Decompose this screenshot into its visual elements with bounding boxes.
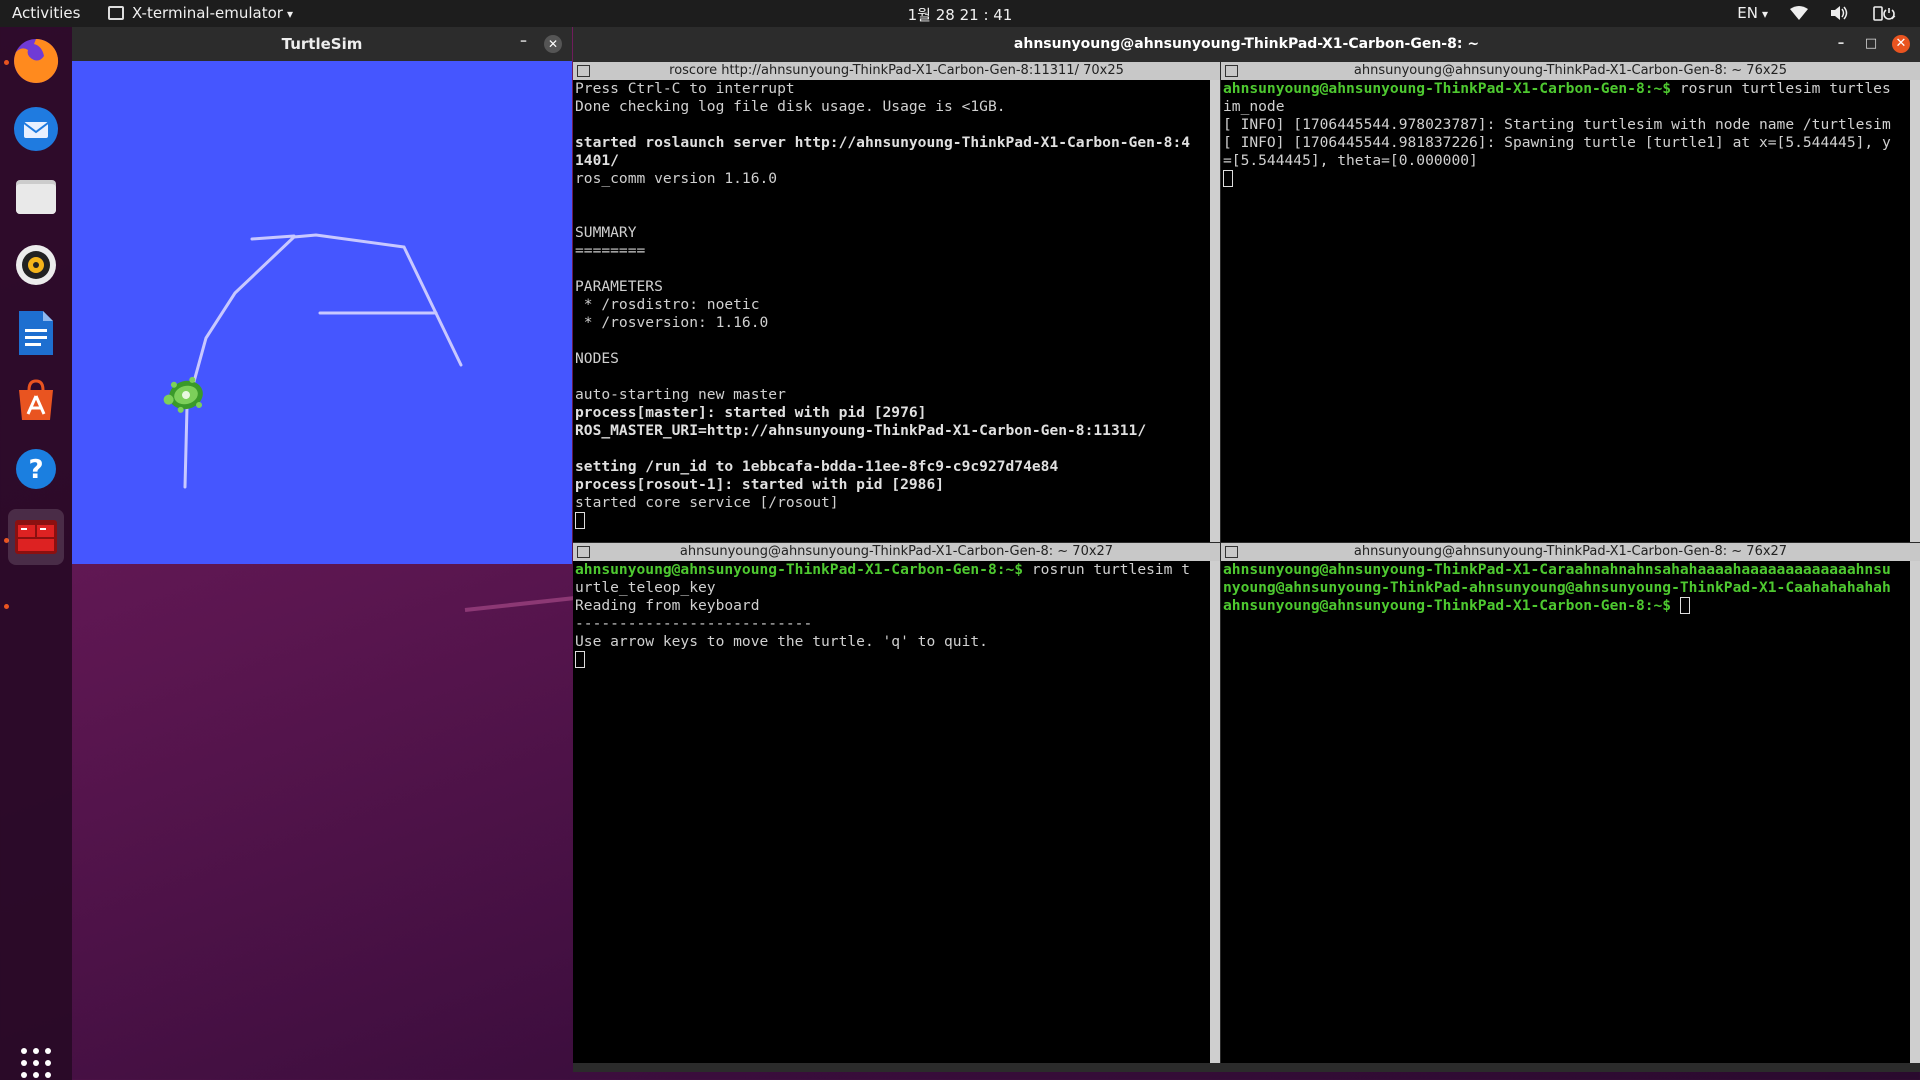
shell-prompt: ahnsunyoung@ahnsunyoung-ThinkPad-X1-Carb…: [1223, 80, 1680, 97]
terminal-icon[interactable]: [8, 509, 64, 565]
cursor: [1223, 170, 1233, 187]
top-bar: Activities X-terminal-emulator 1월 28 21 …: [0, 0, 1920, 27]
firefox-icon[interactable]: [8, 33, 64, 89]
software-center-icon[interactable]: [8, 373, 64, 429]
output-line: Use arrow keys to move the turtle. 'q' t…: [575, 633, 988, 650]
output-line: process[rosout-1]: started with pid [298…: [575, 476, 945, 493]
clock[interactable]: 1월 28 21 : 41: [0, 4, 1920, 25]
terminal-titlebar[interactable]: ahnsunyoung@ahnsunyoung-ThinkPad-X1-Carb…: [573, 27, 1920, 61]
scrollbar[interactable]: [1210, 80, 1220, 542]
terminal-pane-turtlesim-node[interactable]: ahnsunyoung@ahnsunyoung-ThinkPad-X1-Carb…: [1221, 62, 1920, 542]
pane-menu-icon[interactable]: [1225, 546, 1238, 558]
command-text: rosrun turtlesim t: [1031, 561, 1191, 578]
pane-header-title: ahnsunyoung@ahnsunyoung-ThinkPad-X1-Carb…: [1353, 544, 1788, 559]
terminal-pane-roscore[interactable]: roscore http://ahnsunyoung-ThinkPad-X1-C…: [573, 62, 1220, 542]
output-line: process[master]: started with pid [2976]: [575, 404, 927, 421]
turtlesim-title: TurtleSim: [281, 35, 363, 53]
pane-header-title: roscore http://ahnsunyoung-ThinkPad-X1-C…: [669, 63, 1124, 78]
running-indicator: [4, 604, 9, 609]
command-text: rosrun turtlesim turtles: [1679, 80, 1891, 97]
output-line: PARAMETERS: [575, 278, 663, 295]
power-icon[interactable]: [1870, 5, 1896, 21]
close-button[interactable]: ✕: [544, 35, 562, 53]
volume-icon[interactable]: [1830, 5, 1848, 21]
terminal-output[interactable]: ahnsunyoung@ahnsunyoung-ThinkPad-X1-Carb…: [1223, 80, 1908, 542]
shell-prompt: ahnsunyoung@ahnsunyoung-ThinkPad-X1-Carb…: [575, 561, 1032, 578]
output-line: ========: [575, 242, 646, 259]
terminal-title: ahnsunyoung@ahnsunyoung-ThinkPad-X1-Carb…: [1013, 36, 1480, 52]
turtle-sprite: [163, 376, 203, 413]
minimize-button[interactable]: –: [520, 33, 527, 49]
terminal-pane-teleop[interactable]: ahnsunyoung@ahnsunyoung-ThinkPad-X1-Carb…: [573, 543, 1220, 1063]
output-line: [ INFO] [1706445544.981837226]: Spawning…: [1223, 134, 1891, 151]
output-line: ahnsunyoung@ahnsunyoung-ThinkPad-X1-Cara…: [1223, 561, 1891, 578]
output-line: Press Ctrl-C to interrupt: [575, 80, 795, 97]
system-tray[interactable]: EN: [1737, 4, 1896, 22]
turtle-path: [183, 233, 463, 489]
output-line: started core service [/rosout]: [575, 494, 839, 511]
scrollbar[interactable]: [1210, 561, 1220, 1063]
output-line: ROS_MASTER_URI=http://ahnsunyoung-ThinkP…: [575, 422, 1147, 439]
wifi-icon[interactable]: [1790, 6, 1808, 20]
output-line: * /rosdistro: noetic: [575, 296, 760, 313]
files-icon[interactable]: [8, 169, 64, 225]
desktop-wallpaper-streak: [464, 596, 576, 612]
output-line: nyoung@ahnsunyoung-ThinkPad-ahnsunyoung@…: [1223, 579, 1891, 596]
output-line: urtle_teleop_key: [575, 579, 716, 596]
output-line: setting /run_id to 1ebbcafa-bdda-11ee-8f…: [575, 458, 1059, 475]
output-line: [ INFO] [1706445544.978023787]: Starting…: [1223, 116, 1891, 133]
output-line: SUMMARY: [575, 224, 637, 241]
terminal-window[interactable]: ahnsunyoung@ahnsunyoung-ThinkPad-X1-Carb…: [573, 27, 1920, 1072]
terminal-output[interactable]: ahnsunyoung@ahnsunyoung-ThinkPad-X1-Carb…: [575, 561, 1208, 1063]
svg-text:?: ?: [28, 455, 43, 485]
help-icon[interactable]: ?: [8, 441, 64, 497]
terminal-output[interactable]: Press Ctrl-C to interrupt Done checking …: [575, 80, 1208, 542]
pane-header[interactable]: roscore http://ahnsunyoung-ThinkPad-X1-C…: [573, 62, 1220, 80]
output-line: started roslaunch server http://ahnsunyo…: [575, 134, 1191, 151]
pane-header[interactable]: ahnsunyoung@ahnsunyoung-ThinkPad-X1-Carb…: [573, 543, 1220, 561]
scrollbar[interactable]: [1910, 80, 1920, 542]
pane-menu-icon[interactable]: [577, 65, 590, 77]
output-line: im_node: [1223, 98, 1285, 115]
pane-header[interactable]: ahnsunyoung@ahnsunyoung-ThinkPad-X1-Carb…: [1221, 543, 1920, 561]
output-line: ---------------------------: [575, 615, 813, 632]
pane-menu-icon[interactable]: [1225, 65, 1238, 77]
close-button[interactable]: ✕: [1892, 35, 1910, 53]
terminal-pane-shell[interactable]: ahnsunyoung@ahnsunyoung-ThinkPad-X1-Carb…: [1221, 543, 1920, 1063]
rhythmbox-icon[interactable]: [8, 237, 64, 293]
turtlesim-canvas: [163, 233, 463, 489]
dock: ?: [0, 27, 72, 1080]
turtlesim-titlebar[interactable]: TurtleSim – ✕: [72, 27, 572, 61]
pane-menu-icon[interactable]: [577, 546, 590, 558]
language-indicator[interactable]: EN: [1737, 4, 1768, 22]
cursor: [575, 651, 585, 668]
output-line: =[5.544445], theta=[0.000000]: [1223, 152, 1478, 169]
output-line: ros_comm version 1.16.0: [575, 170, 778, 187]
pane-header-title: ahnsunyoung@ahnsunyoung-ThinkPad-X1-Carb…: [1353, 63, 1788, 78]
show-applications-icon[interactable]: [8, 1043, 64, 1080]
pane-header[interactable]: ahnsunyoung@ahnsunyoung-ThinkPad-X1-Carb…: [1221, 62, 1920, 80]
cursor: [575, 512, 585, 529]
libreoffice-writer-icon[interactable]: [8, 305, 64, 361]
minimize-button[interactable]: –: [1832, 35, 1850, 53]
shell-prompt: ahnsunyoung@ahnsunyoung-ThinkPad-X1-Carb…: [1223, 597, 1680, 614]
output-line: auto-starting new master: [575, 386, 786, 403]
scrollbar[interactable]: [1910, 561, 1920, 1063]
turtlesim-window[interactable]: TurtleSim – ✕: [72, 27, 572, 564]
output-line: Reading from keyboard: [575, 597, 760, 614]
terminal-output[interactable]: ahnsunyoung@ahnsunyoung-ThinkPad-X1-Cara…: [1223, 561, 1908, 1063]
maximize-button[interactable]: □: [1862, 35, 1880, 53]
output-line: Done checking log file disk usage. Usage…: [575, 98, 1006, 115]
cursor: [1679, 597, 1690, 614]
output-line: * /rosversion: 1.16.0: [575, 314, 769, 331]
output-line: 1401/: [575, 152, 619, 169]
pane-header-title: ahnsunyoung@ahnsunyoung-ThinkPad-X1-Carb…: [679, 544, 1114, 559]
thunderbird-icon[interactable]: [8, 101, 64, 157]
output-line: NODES: [575, 350, 619, 367]
